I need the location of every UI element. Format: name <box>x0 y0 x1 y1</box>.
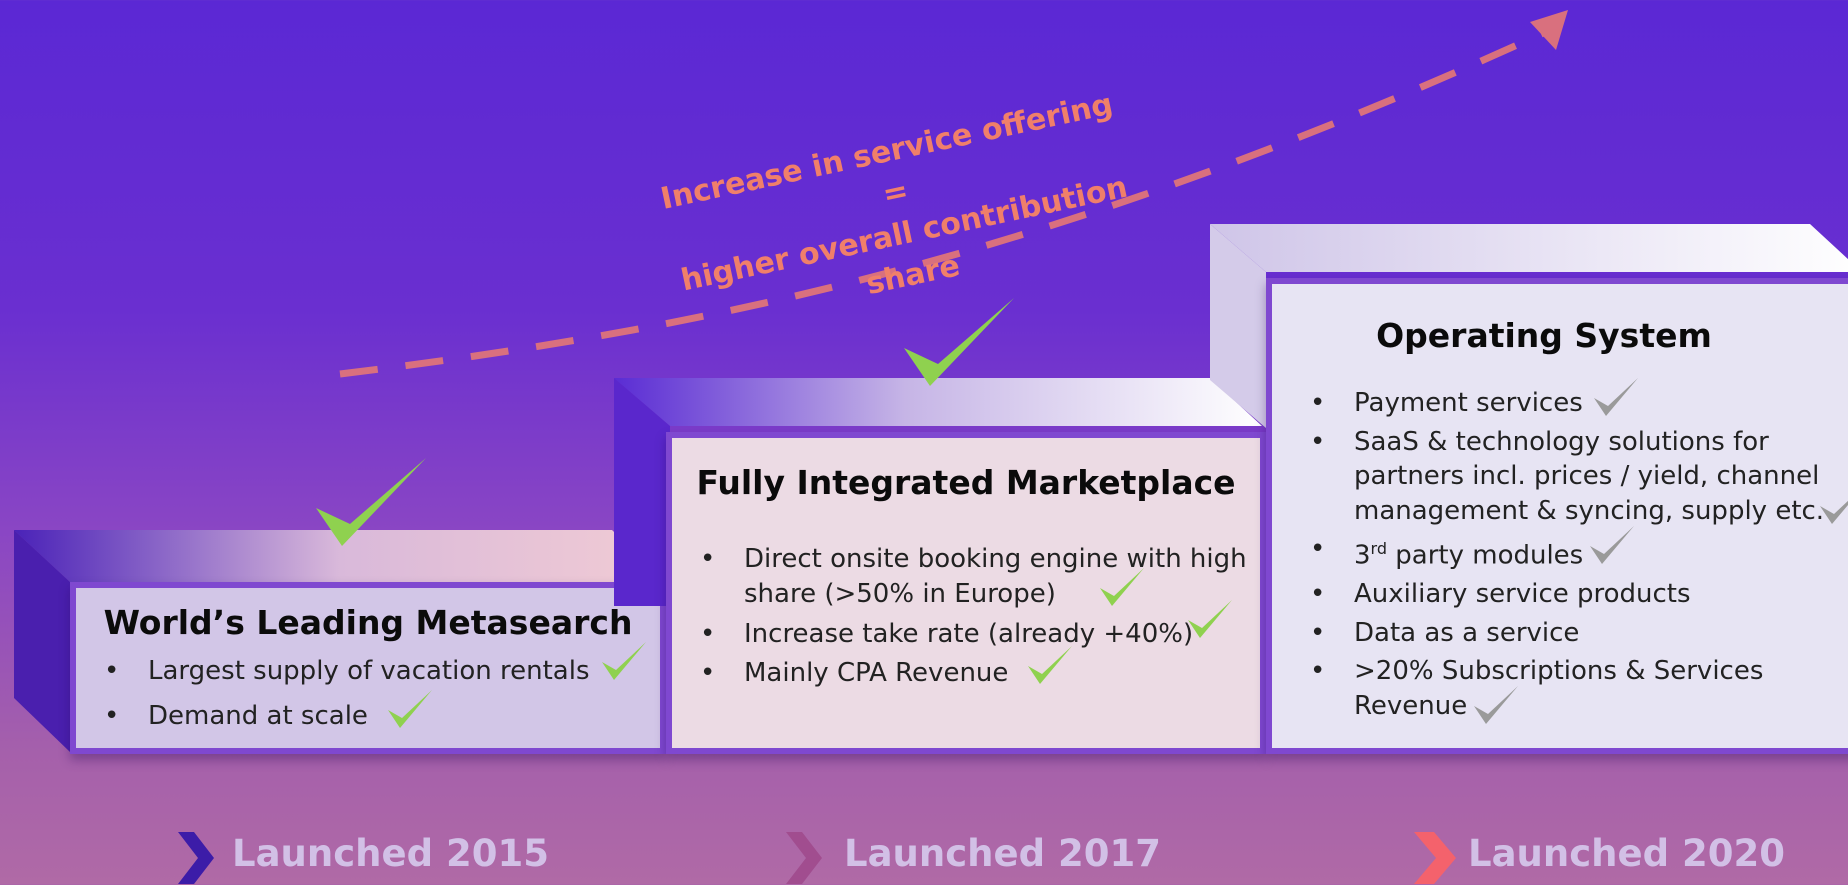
check-icon <box>388 690 432 728</box>
check-icon <box>1028 646 1072 684</box>
bullet-item: • Increase take rate (already +40%) <box>700 619 1194 649</box>
check-icon <box>602 642 646 680</box>
bullet-item-continued: management & syncing, supply etc. <box>1354 495 1825 526</box>
chevron-right-icon <box>786 832 822 884</box>
check-icon <box>1474 686 1518 724</box>
launch-label-2: Launched 2017 <box>844 832 1161 875</box>
check-icon-large <box>316 458 426 546</box>
step-2-bullets: • Direct onsite booking engine with high … <box>700 542 1247 690</box>
bullet-item: • Demand at scale <box>104 700 368 731</box>
check-icon <box>1100 568 1144 606</box>
chevron-right-icon <box>178 832 214 884</box>
bullet-item-continued: partners incl. prices / yield, channel <box>1354 461 1820 491</box>
chevron-right-icon <box>1414 832 1456 884</box>
bullet-item: • Auxiliary service products <box>1310 579 1691 610</box>
check-icon <box>1594 378 1638 416</box>
check-icon-large <box>904 298 1014 386</box>
bullet-item: • >20% Subscriptions & Services <box>1310 656 1764 687</box>
launch-label-1: Launched 2015 <box>232 832 549 875</box>
step-3-title: Operating System <box>1376 316 1712 355</box>
bullet-item: • Largest supply of vacation rentals <box>104 656 590 686</box>
check-icon <box>1590 526 1634 564</box>
step-1-title: World’s Leading Metasearch <box>103 603 633 642</box>
bullet-item: • Payment services <box>1310 388 1583 418</box>
step-2-face: Fully Integrated Marketplace • Direct ons… <box>666 432 1266 754</box>
launch-label-3: Launched 2020 <box>1468 832 1785 875</box>
check-icon <box>1188 600 1232 638</box>
step-1-face: World’s Leading Metasearch • Largest supp… <box>70 582 666 754</box>
step-3-face: Operating System • Payment services • SaaS… <box>1266 278 1848 754</box>
bullet-item: • SaaS & technology solutions for <box>1310 426 1769 457</box>
bullet-item: • Direct onsite booking engine with high <box>700 544 1247 574</box>
check-icon <box>1820 500 1848 524</box>
bullet-item-continued: Revenue <box>1354 690 1468 721</box>
bullet-item: • Data as a service <box>1310 617 1580 648</box>
bullet-item: • Mainly CPA Revenue <box>700 657 1009 688</box>
bullet-item-continued: share (>50% in Europe) <box>744 578 1056 609</box>
step-1-bullets: • Largest supply of vacation rentals • Dem… <box>104 654 590 733</box>
step-2-title: Fully Integrated Marketplace <box>696 463 1236 502</box>
